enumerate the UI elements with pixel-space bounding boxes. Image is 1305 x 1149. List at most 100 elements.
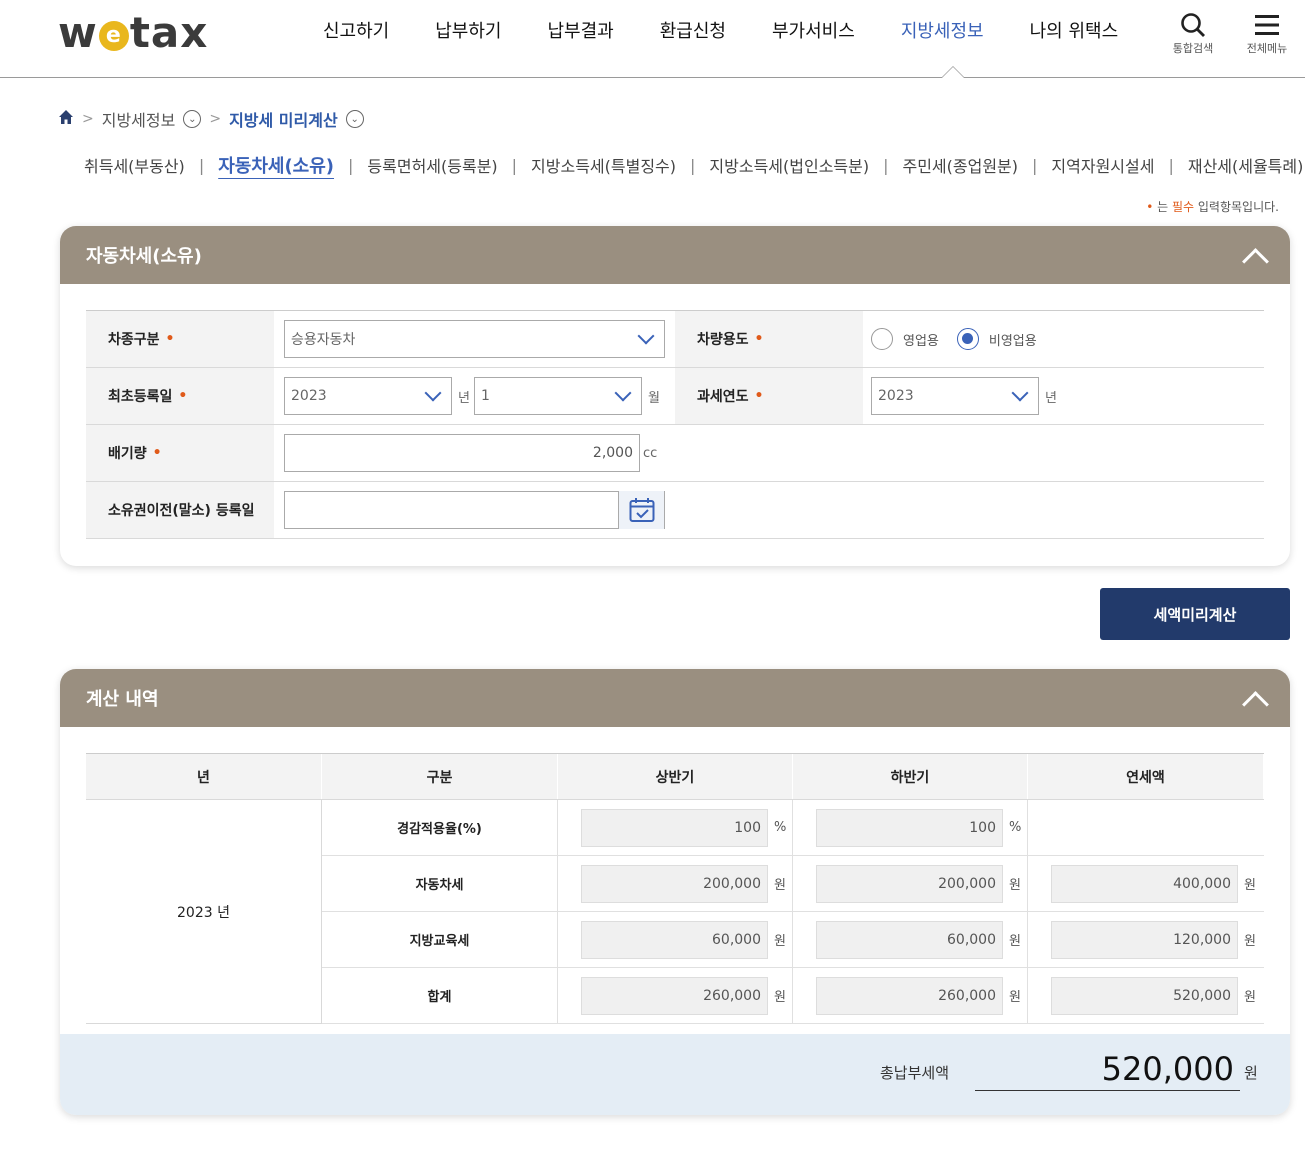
nav-item-refund[interactable]: 환급신청 <box>637 20 749 44</box>
second-half-cell: 100% <box>793 800 1028 855</box>
tax-year-select[interactable]: 2023 <box>871 377 1039 415</box>
displacement-value: 2,000 <box>592 445 633 461</box>
unit: 원 <box>1009 878 1021 893</box>
value: 200,000 <box>938 875 996 892</box>
value-box: 60,000 <box>581 920 768 959</box>
displacement-input[interactable]: 2,000 <box>284 434 640 472</box>
tab-registration-license-tax[interactable]: 등록면허세(등록분) <box>353 153 511 177</box>
required-note-strong: 필수 <box>1171 200 1195 214</box>
required-note-pre: 는 <box>1153 200 1172 214</box>
calculation-result-panel: 계산 내역 년 구분 상반기 하반기 연세액 2023 년 경감적용율(%) 1… <box>60 669 1290 1115</box>
value: 400,000 <box>1173 875 1231 892</box>
nav-item-local-tax-info[interactable]: 지방세정보 <box>878 20 1007 44</box>
search-tool[interactable]: 통합검색 <box>1158 10 1228 56</box>
tax-year-unit: 년 <box>1045 390 1057 406</box>
table-row-total: 합계 260,000 원 260,000 원 520,000 원 <box>322 968 1264 1024</box>
value: 60,000 <box>712 931 761 948</box>
chevron-right-icon: > <box>82 111 94 127</box>
transfer-date-label-text: 소유권이전(말소) 등록일 <box>108 503 255 519</box>
nav-item-extra-services[interactable]: 부가서비스 <box>749 20 878 44</box>
value: 120,000 <box>1173 931 1231 948</box>
table-row-vehicle-tax: 자동차세 200,000 원 200,000 원 400,000 원 <box>322 856 1264 912</box>
required-dot: • <box>754 388 764 404</box>
value-box: 520,000 <box>1051 976 1238 1015</box>
tab-regional-resource-tax[interactable]: 지역자원시설세 <box>1037 153 1168 177</box>
radio-button[interactable] <box>871 328 893 350</box>
tab-acquisition-tax[interactable]: 취득세(부동산) <box>70 153 199 177</box>
tax-type-tabs: 취득세(부동산) | 자동차세(소유) | 등록면허세(등록분) | 지방소득세(특별… <box>70 152 1305 178</box>
total-tax-value: 520,000 <box>975 1050 1240 1091</box>
value: 60,000 <box>947 931 996 948</box>
table-row-reduction-rate: 경감적용율(%) 100% 100% <box>322 800 1264 856</box>
wetax-logo[interactable]: w e tax <box>58 8 208 57</box>
unit: % <box>1009 820 1022 835</box>
site-header: w e tax 신고하기 납부하기 납부결과 환급신청 부가서비스 지방세정보 나의… <box>0 0 1305 78</box>
nav-item-report[interactable]: 신고하기 <box>300 20 412 44</box>
value-box: 400,000 <box>1051 864 1238 903</box>
vehicle-type-select[interactable]: 승용자동차 <box>284 320 665 358</box>
unit: 원 <box>774 934 786 949</box>
nav-item-pay[interactable]: 납부하기 <box>412 20 524 44</box>
usage-radio-noncommercial[interactable]: 비영업용 <box>956 328 1037 350</box>
total-tax-bar: 총납부세액 520,000 원 <box>60 1034 1290 1115</box>
breadcrumb-level1[interactable]: 지방세정보 <box>102 107 176 131</box>
radio-button-selected[interactable] <box>956 328 979 350</box>
form-panel-header[interactable]: 자동차세(소유) <box>60 226 1290 284</box>
form-table: 차종구분 • 승용자동차 차량용도 • 영업용 비영업용 최초등록일 • 2023 년… <box>86 310 1264 539</box>
tax-year-value: 2023 <box>878 388 914 404</box>
breadcrumb-level2[interactable]: 지방세 미리계산 <box>229 107 338 131</box>
month-unit: 월 <box>647 390 660 406</box>
first-reg-year-value: 2023 <box>291 388 327 404</box>
year-unit: 년 <box>458 390 470 406</box>
annual-cell: 520,000 원 <box>1028 968 1263 1023</box>
first-reg-year-select[interactable]: 2023 <box>284 377 452 415</box>
result-panel-title: 계산 내역 <box>86 689 159 710</box>
required-dot: • <box>152 445 162 461</box>
header-first-half: 상반기 <box>558 754 793 799</box>
year-cell: 2023 년 <box>86 800 322 1024</box>
displacement-label: 배기량 • <box>86 425 274 481</box>
tab-vehicle-tax[interactable]: 자동차세(소유) <box>204 152 348 178</box>
all-menu-tool[interactable]: 전체메뉴 <box>1232 10 1302 56</box>
required-note-post: 입력항목입니다. <box>1194 200 1279 214</box>
result-panel-header[interactable]: 계산 내역 <box>60 669 1290 727</box>
unit: 원 <box>1009 934 1021 949</box>
tab-local-income-tax-corporate[interactable]: 지방소득세(법인소득분) <box>695 153 883 177</box>
result-table: 년 구분 상반기 하반기 연세액 2023 년 경감적용율(%) 100% 10… <box>86 753 1264 1024</box>
value: 520,000 <box>1173 987 1231 1004</box>
unit: % <box>774 820 787 835</box>
tax-year-cell: 2023 년 <box>863 368 1065 424</box>
tab-resident-tax-employee[interactable]: 주민세(종업원분) <box>888 153 1032 177</box>
header-category: 구분 <box>322 754 558 799</box>
row-label: 자동차세 <box>322 856 558 911</box>
displacement-label-text: 배기량 <box>108 446 147 462</box>
home-icon[interactable] <box>58 109 74 129</box>
tab-property-tax-special[interactable]: 재산세(세율특례) <box>1174 153 1305 177</box>
tax-year-label-text: 과세연도 <box>697 389 749 405</box>
calendar-icon[interactable] <box>618 491 664 529</box>
calculate-tax-button[interactable]: 세액미리계산 <box>1100 588 1290 640</box>
first-reg-label: 최초등록일 • <box>86 368 274 424</box>
logo-text-w: w <box>58 8 98 57</box>
tab-local-income-tax-withholding[interactable]: 지방소득세(특별징수) <box>517 153 690 177</box>
vehicle-type-label-text: 차종구분 <box>108 332 160 348</box>
transfer-date-input[interactable] <box>284 491 665 529</box>
vehicle-type-value: 승용자동차 <box>291 332 356 348</box>
usage-radio-commercial[interactable]: 영업용 <box>871 328 939 350</box>
hamburger-icon <box>1232 10 1302 40</box>
chevron-down-circle-icon[interactable]: ⌄ <box>345 110 364 128</box>
first-reg-month-select[interactable]: 1 <box>473 377 642 415</box>
form-row: 배기량 • 2,000 cc <box>86 425 1264 482</box>
chevron-down-icon <box>424 384 442 402</box>
nav-item-payment-result[interactable]: 납부결과 <box>525 20 637 44</box>
required-dot: • <box>754 331 764 347</box>
chevron-up-icon[interactable] <box>1242 244 1264 266</box>
nav-item-my-wetax[interactable]: 나의 위택스 <box>1007 20 1142 44</box>
first-reg-label-text: 최초등록일 <box>108 389 173 405</box>
chevron-up-icon[interactable] <box>1242 687 1264 709</box>
first-half-cell: 200,000 원 <box>558 856 793 911</box>
chevron-down-circle-icon[interactable]: ⌄ <box>183 110 202 128</box>
unit: 원 <box>1244 934 1256 949</box>
vehicle-type-cell: 승용자동차 <box>274 311 675 367</box>
value: 200,000 <box>703 875 761 892</box>
